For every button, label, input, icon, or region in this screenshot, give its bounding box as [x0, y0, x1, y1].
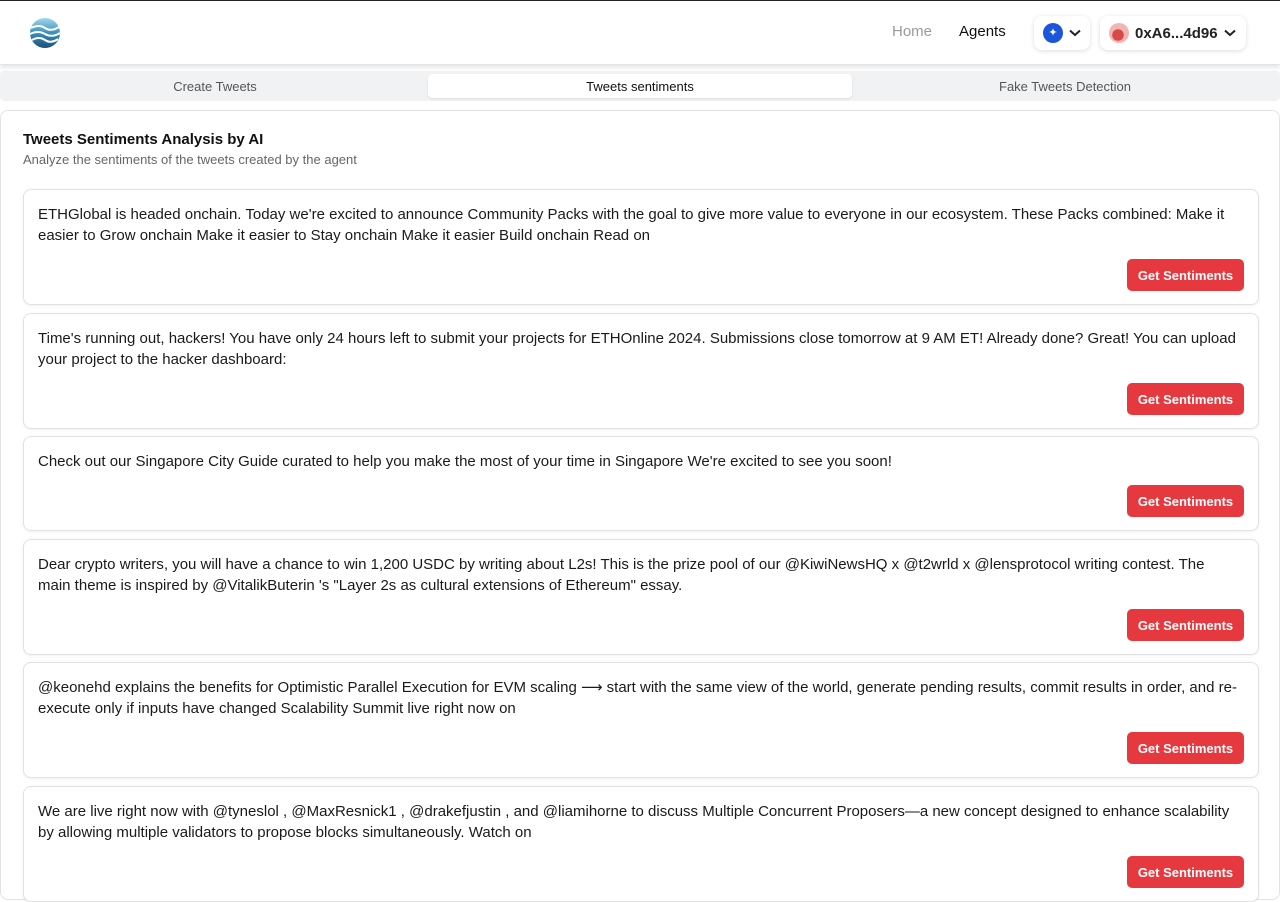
- tweet-card: ETHGlobal is headed onchain. Today we're…: [23, 189, 1259, 305]
- tweet-text: We are live right now with @tyneslol , @…: [38, 803, 1230, 841]
- tweet-text: Dear crypto writers, you will have a cha…: [38, 556, 1205, 594]
- wallet-address: 0xA6...4d96: [1135, 24, 1218, 42]
- chevron-down-icon: [1069, 29, 1081, 37]
- tab-tweets-sentiments[interactable]: Tweets sentiments: [428, 74, 852, 98]
- chevron-down-icon: [1223, 29, 1236, 37]
- nav-home-link[interactable]: Home: [892, 23, 932, 40]
- tab-create-tweets[interactable]: Create Tweets: [3, 74, 427, 98]
- panel-subtitle: Analyze the sentiments of the tweets cre…: [23, 152, 357, 167]
- tab-fake-tweets-detection[interactable]: Fake Tweets Detection: [853, 74, 1277, 98]
- tweet-card: @keonehd explains the benefits for Optim…: [23, 662, 1259, 778]
- top-bar: Home Agents ✦ 0xA6...4d96: [0, 0, 1280, 65]
- get-sentiments-button[interactable]: Get Sentiments: [1127, 383, 1244, 415]
- tweet-card: Check out our Singapore City Guide curat…: [23, 436, 1259, 531]
- wallet-account-button[interactable]: 0xA6...4d96: [1100, 16, 1246, 50]
- network-selector-button[interactable]: ✦: [1034, 16, 1090, 50]
- sentiments-panel: Tweets Sentiments Analysis by AI Analyze…: [0, 110, 1280, 902]
- get-sentiments-button[interactable]: Get Sentiments: [1127, 856, 1244, 888]
- tweet-card: Time's running out, hackers! You have on…: [23, 313, 1259, 429]
- tweet-text: Time's running out, hackers! You have on…: [38, 330, 1236, 368]
- tweet-card: We are live right now with @tyneslol , @…: [23, 786, 1259, 902]
- get-sentiments-button[interactable]: Get Sentiments: [1127, 609, 1244, 641]
- get-sentiments-button[interactable]: Get Sentiments: [1127, 485, 1244, 517]
- tweet-text: ETHGlobal is headed onchain. Today we're…: [38, 206, 1225, 244]
- panel-title: Tweets Sentiments Analysis by AI: [23, 131, 264, 148]
- wave-globe-logo-icon[interactable]: [28, 16, 62, 50]
- avatar-icon: [1109, 23, 1129, 43]
- tweet-text: @keonehd explains the benefits for Optim…: [38, 679, 1237, 717]
- tab-bar: Create Tweets Tweets sentiments Fake Twe…: [0, 71, 1280, 101]
- get-sentiments-button[interactable]: Get Sentiments: [1127, 259, 1244, 291]
- tweet-text: Check out our Singapore City Guide curat…: [38, 453, 892, 470]
- tweet-card: Dear crypto writers, you will have a cha…: [23, 539, 1259, 655]
- nav-agents-link[interactable]: Agents: [959, 23, 1006, 40]
- network-icon: ✦: [1043, 23, 1063, 43]
- get-sentiments-button[interactable]: Get Sentiments: [1127, 732, 1244, 764]
